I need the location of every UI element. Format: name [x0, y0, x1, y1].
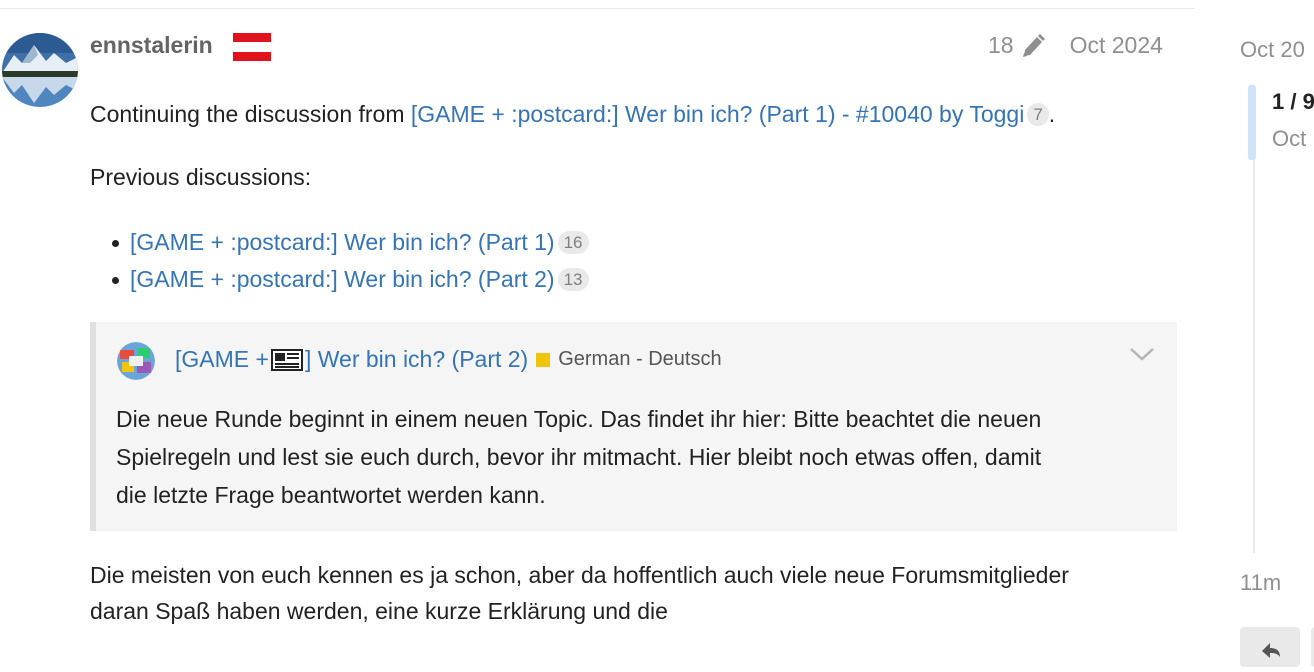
timeline-end-date[interactable]: 11m	[1240, 570, 1281, 596]
reply-button[interactable]	[1240, 627, 1300, 667]
previous-list: [GAME + :postcard:] Wer bin ich? (Part 1…	[112, 224, 589, 298]
list-item: [GAME + :postcard:] Wer bin ich? (Part 2…	[112, 261, 589, 298]
timeline-handle[interactable]	[1248, 85, 1256, 160]
post-meta: 18 Oct 2024	[988, 32, 1163, 59]
click-count-badge: 7	[1027, 103, 1049, 126]
intro-link[interactable]: [GAME + :postcard:] Wer bin ich? (Part 1…	[411, 101, 1024, 127]
quote-line: Spielregeln und lest sie euch durch, bev…	[116, 444, 1042, 470]
topic-icon	[117, 342, 155, 380]
quote-line: Die neue Runde beginnt in einem neuen To…	[116, 406, 1042, 432]
bullet-icon	[112, 240, 119, 247]
quote-line: die letzte Frage beantwortet werden kann…	[116, 482, 546, 508]
previous-link-part2[interactable]: [GAME + :postcard:] Wer bin ich? (Part 2…	[130, 266, 555, 292]
category-name[interactable]: German - Deutsch	[558, 348, 721, 371]
bullet-icon	[112, 277, 119, 284]
top-divider	[0, 8, 1195, 9]
click-count-badge: 16	[557, 231, 589, 254]
newspaper-icon	[270, 348, 303, 371]
timeline-current-date: Oct	[1272, 126, 1307, 151]
intro-paragraph: Continuing the discussion from [GAME + :…	[90, 96, 1055, 133]
quoted-topic: [GAME + ] Wer bin ich? (Part 2) German -…	[90, 322, 1177, 531]
post-date[interactable]: Oct 2024	[1070, 32, 1163, 59]
chevron-down-icon[interactable]	[1129, 344, 1155, 364]
avatar[interactable]	[2, 33, 78, 107]
quoted-title-suffix[interactable]: ] Wer bin ich? (Part 2)	[305, 346, 528, 373]
quoted-title-prefix[interactable]: [GAME +	[175, 346, 269, 373]
closing-line-1: Die meisten von euch kennen es ja schon,…	[90, 562, 1069, 588]
quote-text: Die neue Runde beginnt in einem neuen To…	[116, 400, 1156, 514]
flag-icon	[233, 33, 271, 61]
category-badge	[536, 352, 551, 367]
intro-prefix: Continuing the discussion from	[90, 101, 411, 127]
click-count-badge: 13	[557, 268, 589, 291]
closing-line-2: daran Spaß haben werden, eine kurze Erkl…	[90, 598, 668, 624]
timeline-position: 1 / 9	[1272, 89, 1314, 114]
previous-label: Previous discussions:	[90, 164, 312, 190]
list-item: [GAME + :postcard:] Wer bin ich? (Part 1…	[112, 224, 589, 261]
pencil-icon[interactable]	[1020, 33, 1047, 58]
timeline-start-date[interactable]: Oct 20	[1240, 37, 1305, 63]
edit-count[interactable]: 18	[988, 32, 1014, 59]
username[interactable]: ennstalerin	[90, 32, 213, 59]
quoted-topic-title[interactable]: [GAME + ] Wer bin ich? (Part 2) German -…	[175, 346, 722, 373]
intro-suffix: .	[1048, 101, 1056, 127]
previous-link-part1[interactable]: [GAME + :postcard:] Wer bin ich? (Part 1…	[130, 229, 555, 255]
reply-icon	[1262, 643, 1280, 658]
